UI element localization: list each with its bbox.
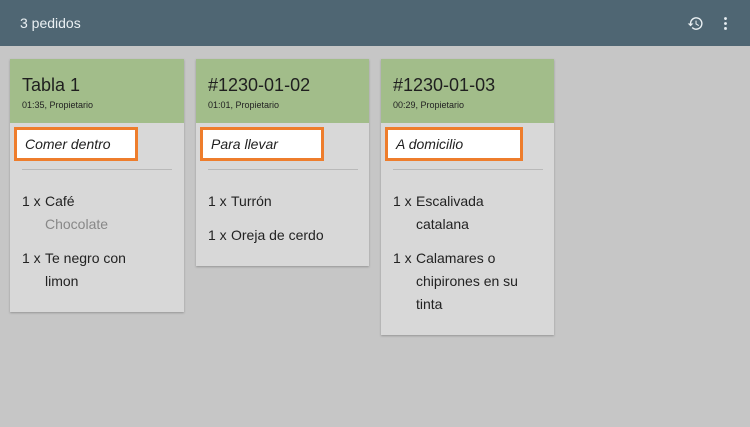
- more-vert-icon[interactable]: [716, 14, 734, 32]
- order-type-badge: A domicilio: [385, 127, 523, 161]
- order-meta: 01:35, Propietario: [22, 100, 94, 110]
- item-name: Oreja de cerdo: [231, 227, 324, 243]
- item-name: Te negro con limon: [45, 250, 126, 289]
- order-type-badge: Comer dentro: [14, 127, 138, 161]
- order-card-header: #1230-01-03 00:29, Propietario: [381, 59, 554, 123]
- order-card[interactable]: #1230-01-03 00:29, Propietario A domicil…: [381, 59, 554, 335]
- item-modifier: Chocolate: [45, 216, 109, 232]
- order-card-header: Tabla 1 01:35, Propietario: [10, 59, 184, 123]
- top-app-bar: 3 pedidos: [0, 0, 750, 46]
- item-quantity: 1 x: [208, 193, 227, 209]
- item-quantity: 1 x: [393, 250, 412, 266]
- order-type-badge: Para llevar: [200, 127, 324, 161]
- item-name: Escalivada catalana: [416, 193, 484, 232]
- orders-count-title: 3 pedidos: [20, 15, 81, 31]
- order-name: #1230-01-03: [393, 75, 496, 95]
- history-icon[interactable]: [686, 14, 704, 32]
- item-quantity: 1 x: [208, 227, 227, 243]
- order-item: 1 x Oreja de cerdo: [208, 224, 357, 247]
- order-meta: 00:29, Propietario: [393, 100, 465, 110]
- order-item: 1 x Escalivada catalana: [393, 190, 542, 236]
- item-quantity: 1 x: [393, 193, 412, 209]
- order-item: 1 x Café Chocolate: [22, 190, 172, 236]
- order-item: 1 x Calamares o chipirones en su tinta: [393, 247, 542, 316]
- order-card-header: #1230-01-02 01:01, Propietario: [196, 59, 369, 123]
- order-name: #1230-01-02: [208, 75, 311, 95]
- divider: [393, 169, 543, 170]
- item-name: Café: [45, 193, 75, 209]
- order-item: 1 x Te negro con limon: [22, 247, 172, 293]
- order-name: Tabla 1: [22, 75, 81, 95]
- item-name: Calamares o chipirones en su tinta: [416, 250, 518, 312]
- divider: [22, 169, 172, 170]
- order-meta: 01:01, Propietario: [208, 100, 280, 110]
- item-quantity: 1 x: [22, 250, 41, 266]
- order-item: 1 x Turrón: [208, 190, 357, 213]
- order-card[interactable]: #1230-01-02 01:01, Propietario Para llev…: [196, 59, 369, 266]
- order-card[interactable]: Tabla 1 01:35, Propietario Comer dentro …: [10, 59, 184, 312]
- divider: [208, 169, 358, 170]
- item-name: Turrón: [231, 193, 272, 209]
- item-quantity: 1 x: [22, 193, 41, 209]
